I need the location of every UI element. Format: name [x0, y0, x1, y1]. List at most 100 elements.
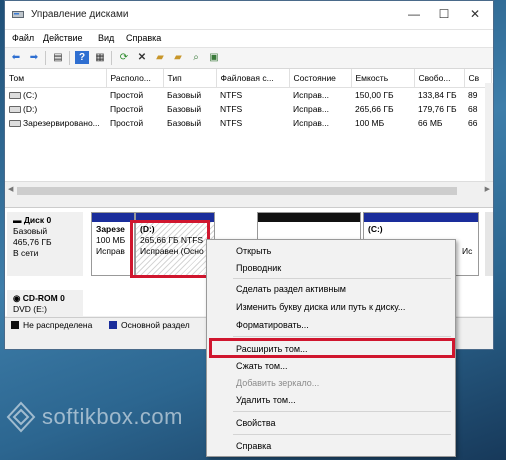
watermark-logo-icon — [6, 401, 36, 433]
horizontal-scrollbar[interactable]: ◀ ▶ — [5, 181, 493, 200]
menu-item-help[interactable]: Справка — [236, 441, 271, 451]
volume-table: Том Располо... Тип Файловая с... Состоян… — [5, 69, 492, 130]
hard-disk-icon: ▬ — [13, 215, 22, 225]
delete-icon[interactable]: ✕ — [135, 51, 149, 64]
dvd-drive-icon: ◉ — [13, 293, 21, 303]
column-header-type[interactable]: Тип — [163, 69, 217, 88]
disk0-name: Диск 0 — [23, 215, 52, 225]
menu-item-add-mirror: Добавить зеркало... — [236, 378, 320, 388]
disk0-type: Базовый — [13, 226, 48, 236]
disk-management-icon — [12, 11, 24, 18]
folder-open-icon[interactable]: ▰ — [153, 51, 167, 64]
toolbar-separator — [111, 51, 112, 65]
scroll-left-icon[interactable]: ◀ — [8, 185, 13, 193]
refresh-icon[interactable]: ⟳ — [117, 51, 131, 64]
column-header-status[interactable]: Состояние — [289, 69, 352, 88]
partition-bar — [364, 213, 478, 222]
folder-icon[interactable]: ▰ — [171, 51, 185, 64]
column-header-free[interactable]: Свобо... — [414, 69, 465, 88]
menu-item-delete-volume[interactable]: Удалить том... — [236, 395, 296, 405]
menu-bar: Файл Действие Вид Справка — [5, 30, 493, 48]
drive-icon — [9, 120, 21, 128]
vertical-scrollbar[interactable] — [485, 83, 493, 181]
legend-swatch-unallocated — [11, 321, 19, 329]
context-menu: Открыть Проводник Сделать раздел активны… — [206, 239, 456, 457]
console-icon[interactable]: ▤ — [51, 51, 65, 64]
free-cell: 179,76 ГБ — [418, 104, 457, 114]
maximize-button[interactable]: ☐ — [433, 5, 455, 23]
help-icon[interactable]: ? — [75, 51, 89, 64]
disk-map-scrollbar[interactable] — [485, 212, 493, 276]
watermark: softikbox.com — [4, 398, 194, 438]
cdrom-drive: DVD (E:) — [13, 304, 47, 314]
menu-item-format[interactable]: Форматировать... — [236, 320, 309, 330]
filesystem-cell: NTFS — [220, 118, 243, 128]
table-row[interactable]: (C:) Простой Базовый NTFS Исправ... 150,… — [5, 88, 491, 103]
watermark-text: softikbox.com — [42, 404, 183, 429]
column-header-capacity[interactable]: Емкость — [351, 69, 415, 88]
menu-file[interactable]: Файл — [12, 33, 34, 43]
menu-separator — [233, 278, 451, 279]
partition-status: Исправ — [96, 246, 125, 256]
menu-action[interactable]: Действие — [43, 33, 83, 43]
close-button[interactable]: ✕ — [464, 5, 486, 23]
menu-item-shrink-volume[interactable]: Сжать том... — [236, 361, 288, 371]
volume-cell: (D:) — [5, 102, 106, 116]
scrollbar-thumb[interactable] — [17, 187, 457, 195]
disk0-status: В сети — [13, 248, 39, 258]
highlight-frame-d-partition — [130, 220, 210, 278]
type-cell: Базовый — [167, 90, 202, 100]
highlight-frame-extend-volume — [209, 338, 455, 358]
menu-separator — [233, 336, 451, 337]
volume-list: Том Располо... Тип Файловая с... Состоян… — [5, 69, 493, 181]
capacity-cell: 150,00 ГБ — [355, 90, 394, 100]
layout-cell: Простой — [110, 90, 144, 100]
volume-cell: (C:) — [5, 88, 106, 103]
table-row[interactable]: (D:) Простой Базовый NTFS Исправ... 265,… — [5, 102, 491, 116]
properties-icon[interactable]: ▦ — [93, 51, 107, 64]
menu-item-change-drive-letter[interactable]: Изменить букву диска или путь к диску... — [236, 302, 405, 312]
partition-size: 100 МБ — [96, 235, 126, 245]
toolbar-separator — [69, 51, 70, 65]
status-cell: Исправ... — [293, 118, 330, 128]
drive-icon — [9, 106, 21, 114]
disk0-info[interactable]: ▬ Диск 0 Базовый 465,76 ГБ В сети — [7, 212, 83, 276]
filesystem-cell: NTFS — [220, 104, 243, 114]
toolbar-separator — [45, 51, 46, 65]
view-icon[interactable]: ▣ — [207, 51, 221, 64]
column-header-volume[interactable]: Том — [5, 69, 107, 88]
filesystem-cell: NTFS — [220, 90, 243, 100]
table-row[interactable]: Зарезервировано... Простой Базовый NTFS … — [5, 116, 491, 130]
menu-view[interactable]: Вид — [98, 33, 114, 43]
menu-separator — [233, 411, 451, 412]
partition-bar — [92, 213, 134, 222]
back-icon[interactable]: ⬅ — [9, 51, 23, 64]
scroll-right-icon[interactable]: ▶ — [485, 185, 490, 193]
partition-name: (C:) — [368, 224, 383, 234]
drive-icon — [9, 92, 21, 100]
status-cell: Исправ... — [293, 104, 330, 114]
status-cell: Исправ... — [293, 90, 330, 100]
minimize-button[interactable]: — — [403, 5, 425, 23]
volume-cell: Зарезервировано... — [5, 116, 106, 130]
menu-separator — [233, 434, 451, 435]
capacity-cell: 100 МБ — [355, 118, 385, 128]
menu-item-explorer[interactable]: Проводник — [236, 263, 281, 273]
cdrom-info[interactable]: ◉ CD-ROM 0 DVD (E:) — [7, 290, 83, 316]
menu-help[interactable]: Справка — [126, 33, 161, 43]
table-header-row: Том Располо... Тип Файловая с... Состоян… — [5, 69, 492, 88]
search-icon[interactable]: ⌕ — [189, 51, 203, 64]
column-header-filesystem[interactable]: Файловая с... — [216, 69, 290, 88]
legend-label-primary: Основной раздел — [121, 320, 190, 330]
partition-bar — [258, 213, 360, 222]
type-cell: Базовый — [167, 118, 202, 128]
menu-item-properties[interactable]: Свойства — [236, 418, 276, 428]
disk0-size: 465,76 ГБ — [13, 237, 52, 247]
forward-icon[interactable]: ➡ — [27, 51, 41, 64]
menu-item-mark-active[interactable]: Сделать раздел активным — [236, 284, 346, 294]
menu-item-open[interactable]: Открыть — [236, 246, 271, 256]
partition-reserved[interactable]: Зарезе 100 МБ Исправ — [91, 212, 135, 276]
column-header-layout[interactable]: Располо... — [106, 69, 164, 88]
title-bar[interactable]: Управление дисками — ☐ ✕ — [5, 1, 493, 30]
partition-name: Зарезе — [96, 224, 125, 234]
